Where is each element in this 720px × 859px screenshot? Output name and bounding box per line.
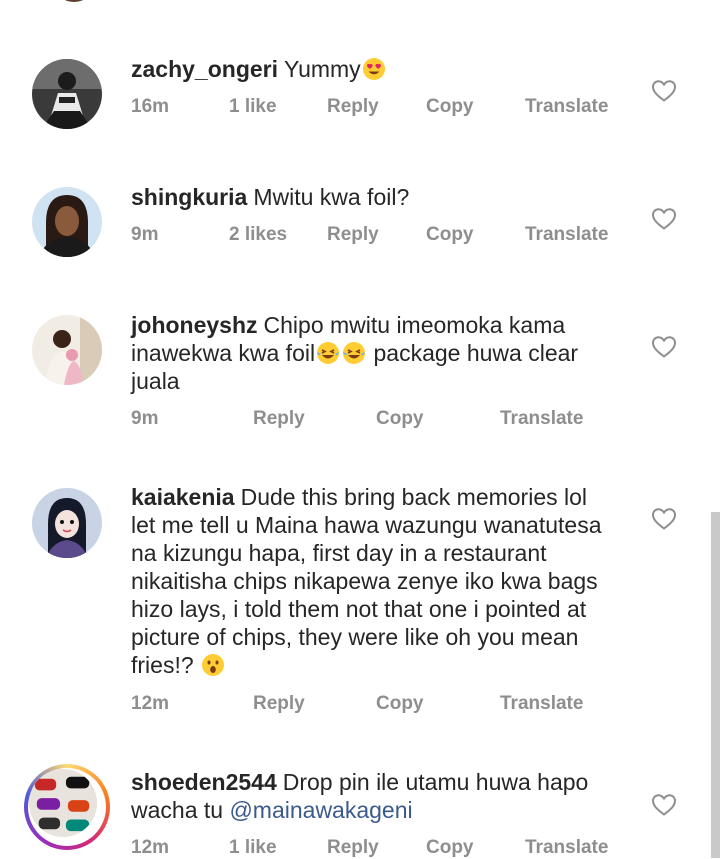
translate-button[interactable]: Translate	[500, 408, 583, 430]
avatar[interactable]	[29, 769, 97, 837]
comment-text-line: nikaitisha chips nikapewa zenye iko kwa …	[131, 568, 598, 594]
comment-text-line: package huwa clear	[373, 340, 579, 366]
comment-username[interactable]: johoneyshz	[131, 312, 258, 338]
comment-likes[interactable]: 1 like	[229, 96, 277, 118]
comment-time: 12m	[131, 693, 170, 714]
reply-button[interactable]: Reply	[327, 837, 379, 859]
reply-button[interactable]: Reply	[253, 693, 305, 715]
comment-text-line: Drop pin ile utamu huwa hapo	[282, 769, 589, 795]
comment-body: zachy_ongeri Yummy	[131, 55, 631, 83]
comment-body: kaiakenia Dude this bring back memories l…	[131, 483, 631, 679]
comment-text-line: wacha tu	[131, 797, 224, 823]
comment-username[interactable]: zachy_ongeri	[131, 56, 278, 82]
like-heart-icon[interactable]	[651, 507, 677, 531]
comment-text-line: Dude this bring back memories lol	[240, 484, 588, 510]
comment-text: Mwitu kwa foil?	[253, 184, 410, 210]
comment-text-line: juala	[131, 368, 180, 394]
comment-text-line: na kizungu hapa, first day in a restaura…	[131, 540, 547, 566]
comment-text-line: hizo lays, i told them not that one i po…	[131, 596, 587, 622]
translate-button[interactable]: Translate	[525, 96, 608, 118]
reply-button[interactable]: Reply	[327, 96, 379, 118]
comment-username[interactable]: shoeden2544	[131, 769, 277, 795]
scrollbar[interactable]	[711, 512, 720, 858]
comment-username[interactable]: shingkuria	[131, 184, 247, 210]
copy-button[interactable]: Copy	[376, 693, 424, 715]
comment-text-line: inawekwa kwa foil	[131, 340, 316, 366]
avatar[interactable]	[32, 187, 102, 257]
comment-text-line: picture of chips, they were like oh you …	[131, 624, 579, 650]
reply-button[interactable]: Reply	[327, 224, 379, 246]
comment-text: Yummy	[284, 56, 361, 82]
like-heart-icon[interactable]	[651, 335, 677, 359]
previous-comment-avatar[interactable]	[52, 0, 96, 2]
laughing-crying-emoji-icon	[342, 341, 366, 365]
laughing-crying-emoji-icon	[316, 341, 340, 365]
comment-body: shingkuria Mwitu kwa foil?	[131, 183, 631, 211]
like-heart-icon[interactable]	[651, 207, 677, 231]
like-heart-icon[interactable]	[651, 793, 677, 817]
comment-time: 9m	[131, 224, 159, 245]
comment-time: 16m	[131, 96, 170, 117]
comment-text-line: fries!?	[131, 652, 194, 678]
comment-text-line: Chipo mwitu imeomoka kama	[263, 312, 566, 338]
copy-button[interactable]: Copy	[426, 837, 474, 859]
comment-likes[interactable]: 1 like	[229, 837, 277, 859]
reply-button[interactable]: Reply	[253, 408, 305, 430]
heart-eyes-emoji-icon	[362, 57, 386, 81]
translate-button[interactable]: Translate	[525, 224, 608, 246]
comment-time: 12m	[131, 837, 170, 858]
translate-button[interactable]: Translate	[525, 837, 608, 859]
avatar[interactable]	[32, 488, 102, 558]
translate-button[interactable]: Translate	[500, 693, 583, 715]
avatar[interactable]	[32, 315, 102, 385]
comment-text-line: let me tell u Maina hawa wazungu wanatut…	[131, 512, 602, 538]
comment-likes[interactable]: 2 likes	[229, 224, 287, 246]
copy-button[interactable]: Copy	[376, 408, 424, 430]
copy-button[interactable]: Copy	[426, 224, 474, 246]
story-ring[interactable]	[24, 764, 110, 850]
comment-body: shoeden2544 Drop pin ile utamu huwa hapo …	[131, 768, 631, 824]
comment-body: johoneyshz Chipo mwitu imeomoka kama inaw…	[131, 311, 631, 395]
copy-button[interactable]: Copy	[426, 96, 474, 118]
comment-time: 9m	[131, 408, 159, 429]
mention-link[interactable]: @mainawakageni	[229, 797, 412, 823]
like-heart-icon[interactable]	[651, 79, 677, 103]
astonished-emoji-icon	[201, 653, 225, 677]
avatar[interactable]	[32, 59, 102, 129]
comment-username[interactable]: kaiakenia	[131, 484, 235, 510]
